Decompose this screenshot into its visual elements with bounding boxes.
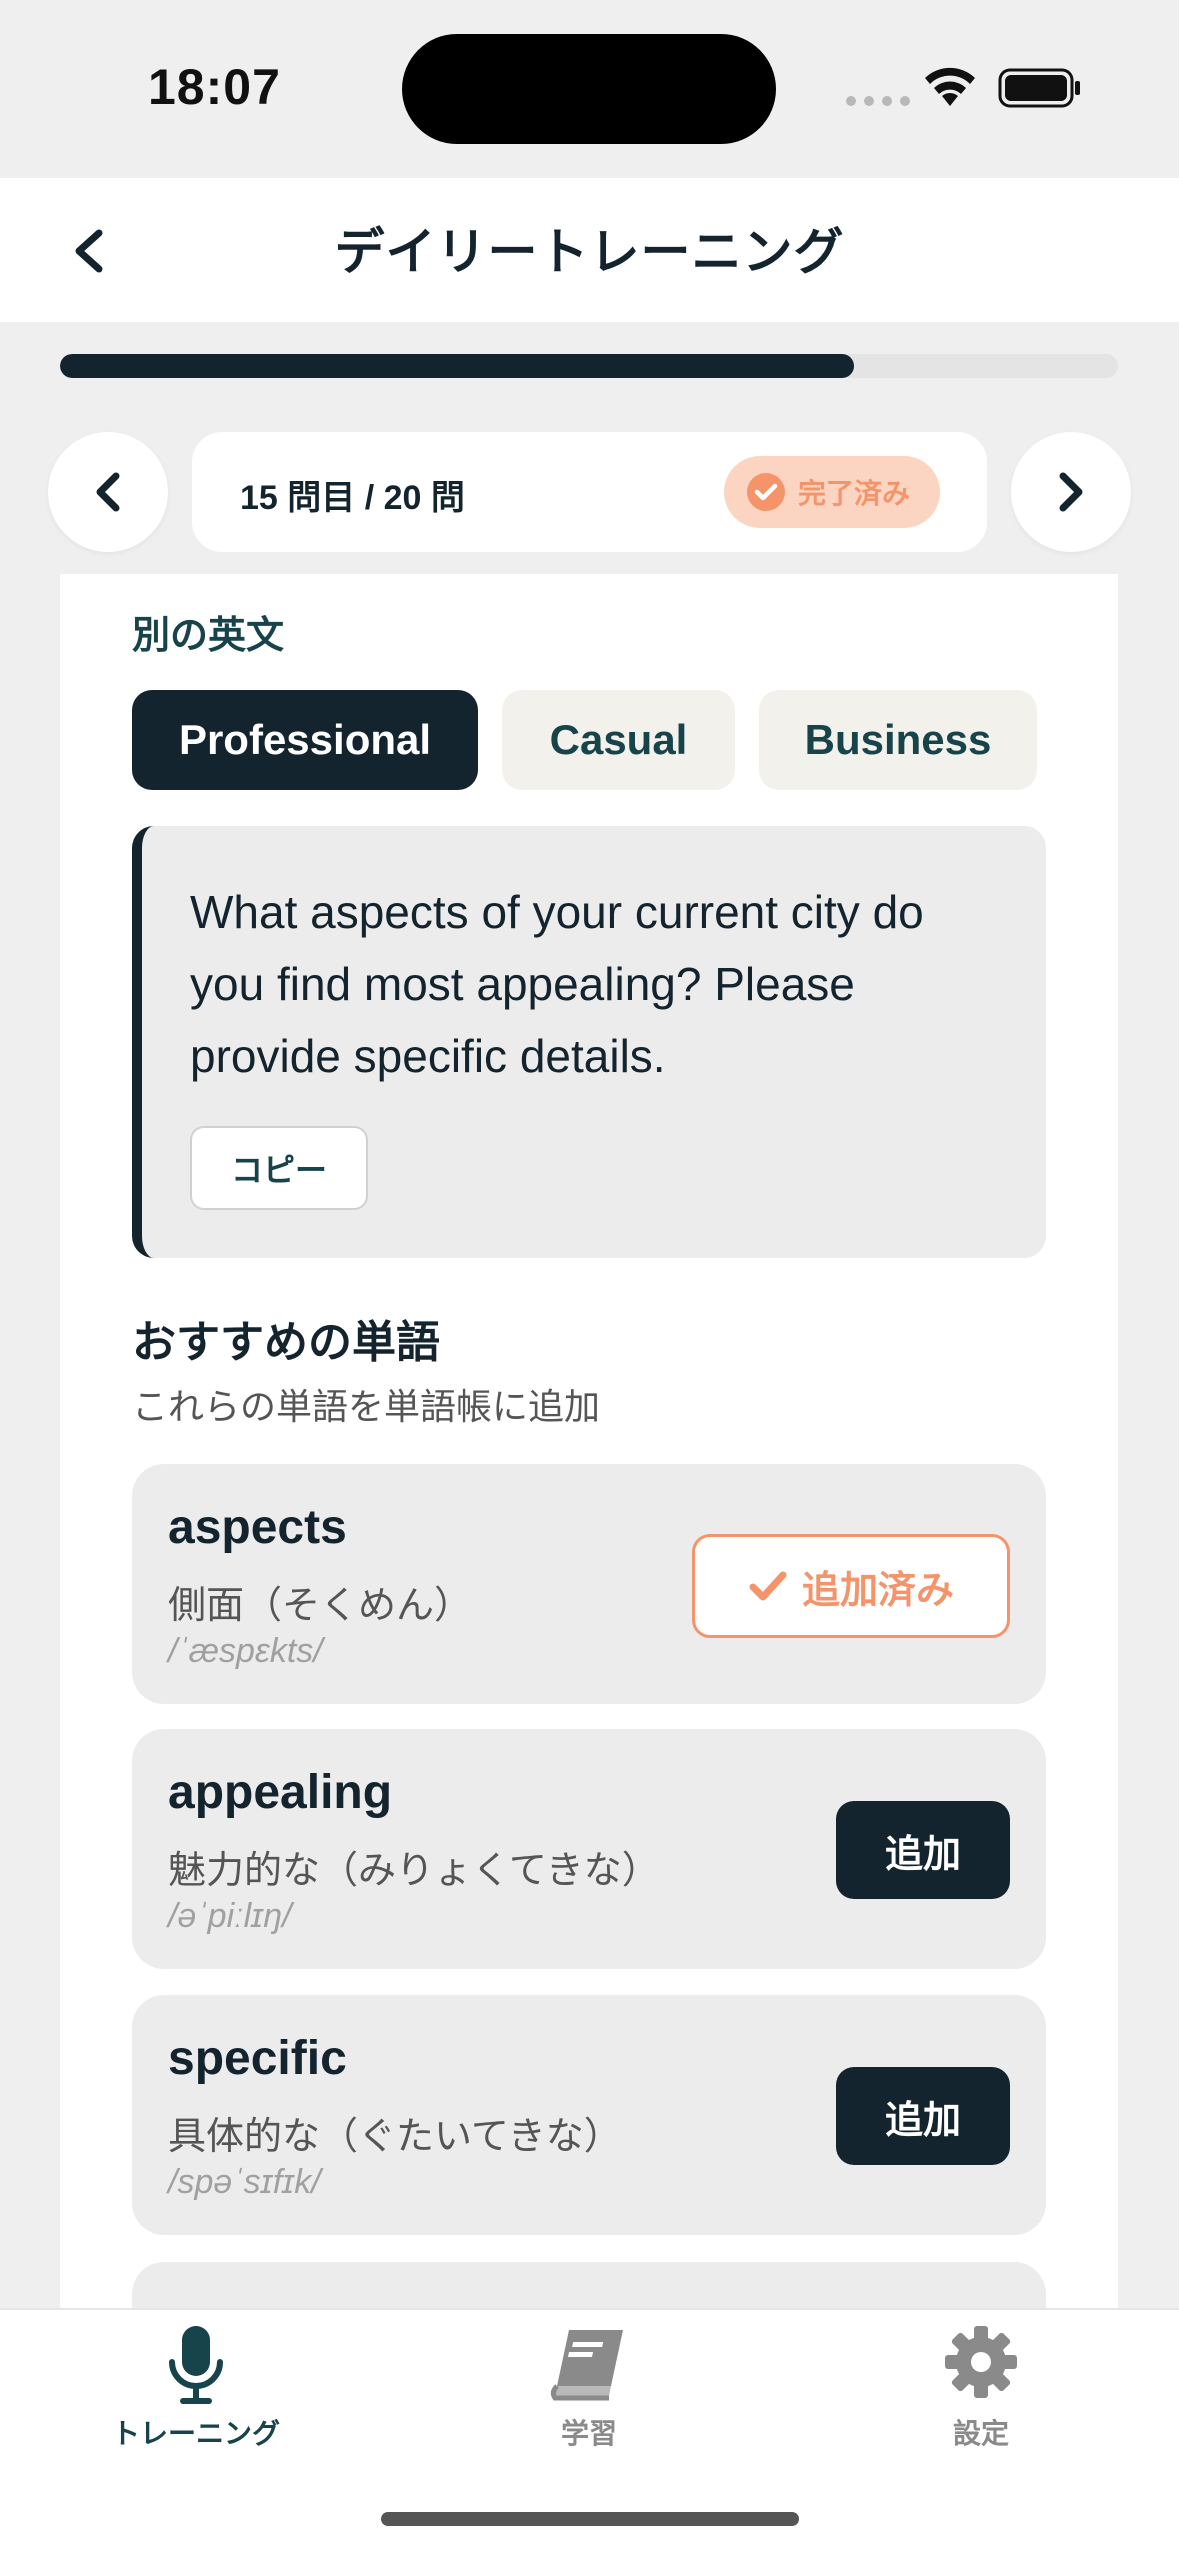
progress-bar [60, 354, 1118, 378]
chevron-left-icon [96, 472, 120, 512]
tab-study-label: 学習 [560, 2418, 617, 2449]
word-pronunciation: /ˈæspɛkts/ [168, 1632, 323, 1670]
question-counter: 15 問目 / 20 問 [240, 479, 465, 517]
tab-training-label: トレーニング [111, 2418, 280, 2449]
word-meaning: 魅力的な（みりょくてきな） [168, 1850, 660, 1892]
add-word-button[interactable]: 追加 [836, 2067, 1010, 2165]
word-card: appealing 魅力的な（みりょくてきな） /əˈpiːlɪŋ/ 追加 [132, 1729, 1046, 1969]
word-term: appealing [168, 1766, 393, 1819]
progress-fill [60, 354, 854, 378]
recommended-words-subtitle: これらの単語を単語帳に追加 [132, 1386, 601, 1427]
add-word-button[interactable]: 追加 [836, 1801, 1010, 1899]
wifi-icon [922, 66, 978, 113]
microphone-icon [169, 2326, 223, 2404]
book-icon [550, 2330, 623, 2401]
tab-training[interactable]: トレーニング [46, 2310, 346, 2450]
tone-tab-casual[interactable]: Casual [502, 690, 735, 790]
check-circle-icon [747, 473, 785, 511]
completed-badge-label: 完了済み [798, 478, 911, 509]
alternative-sentence-box: What aspects of your current city do you… [132, 826, 1046, 1258]
word-term: aspects [168, 1501, 347, 1554]
chevron-right-icon [1059, 472, 1083, 512]
recommended-words-title: おすすめの単語 [132, 1318, 440, 1367]
tone-tab-professional[interactable]: Professional [132, 690, 478, 790]
battery-icon [998, 68, 1082, 113]
signal-dots-icon [846, 96, 910, 106]
alternatives-section-label: 別の英文 [132, 615, 285, 657]
copy-button[interactable]: コピー [190, 1126, 368, 1210]
tone-tab-business[interactable]: Business [759, 690, 1037, 790]
gear-icon [945, 2326, 1017, 2398]
word-card [132, 2262, 1046, 2308]
word-pronunciation: /spəˈsɪfɪk/ [168, 2163, 321, 2201]
word-card: aspects 側面（そくめん） /ˈæspɛkts/ 追加済み [132, 1464, 1046, 1704]
dynamic-island [402, 34, 776, 144]
alternative-sentence: What aspects of your current city do you… [190, 886, 924, 1082]
added-button[interactable]: 追加済み [692, 1534, 1010, 1638]
word-pronunciation: /əˈpiːlɪŋ/ [168, 1897, 292, 1935]
word-meaning: 側面（そくめん） [168, 1585, 473, 1627]
tab-study[interactable]: 学習 [439, 2310, 739, 2450]
tab-settings-label: 設定 [952, 2418, 1009, 2449]
completed-badge: 完了済み [724, 456, 940, 528]
status-time: 18:07 [148, 59, 281, 115]
checkmark-icon [749, 1571, 787, 1601]
home-indicator [381, 2512, 799, 2526]
tab-settings[interactable]: 設定 [831, 2310, 1131, 2450]
word-term: specific [168, 2032, 347, 2085]
page-title: デイリートレーニング [334, 224, 845, 280]
prev-question-button[interactable] [48, 432, 168, 552]
word-meaning: 具体的な（ぐたいてきな） [168, 2116, 622, 2158]
question-counter-card: 15 問目 / 20 問 完了済み [192, 432, 987, 552]
added-button-label: 追加済み [801, 1569, 954, 1612]
next-question-button[interactable] [1011, 432, 1131, 552]
word-card: specific 具体的な（ぐたいてきな） /spəˈsɪfɪk/ 追加 [132, 1995, 1046, 2235]
